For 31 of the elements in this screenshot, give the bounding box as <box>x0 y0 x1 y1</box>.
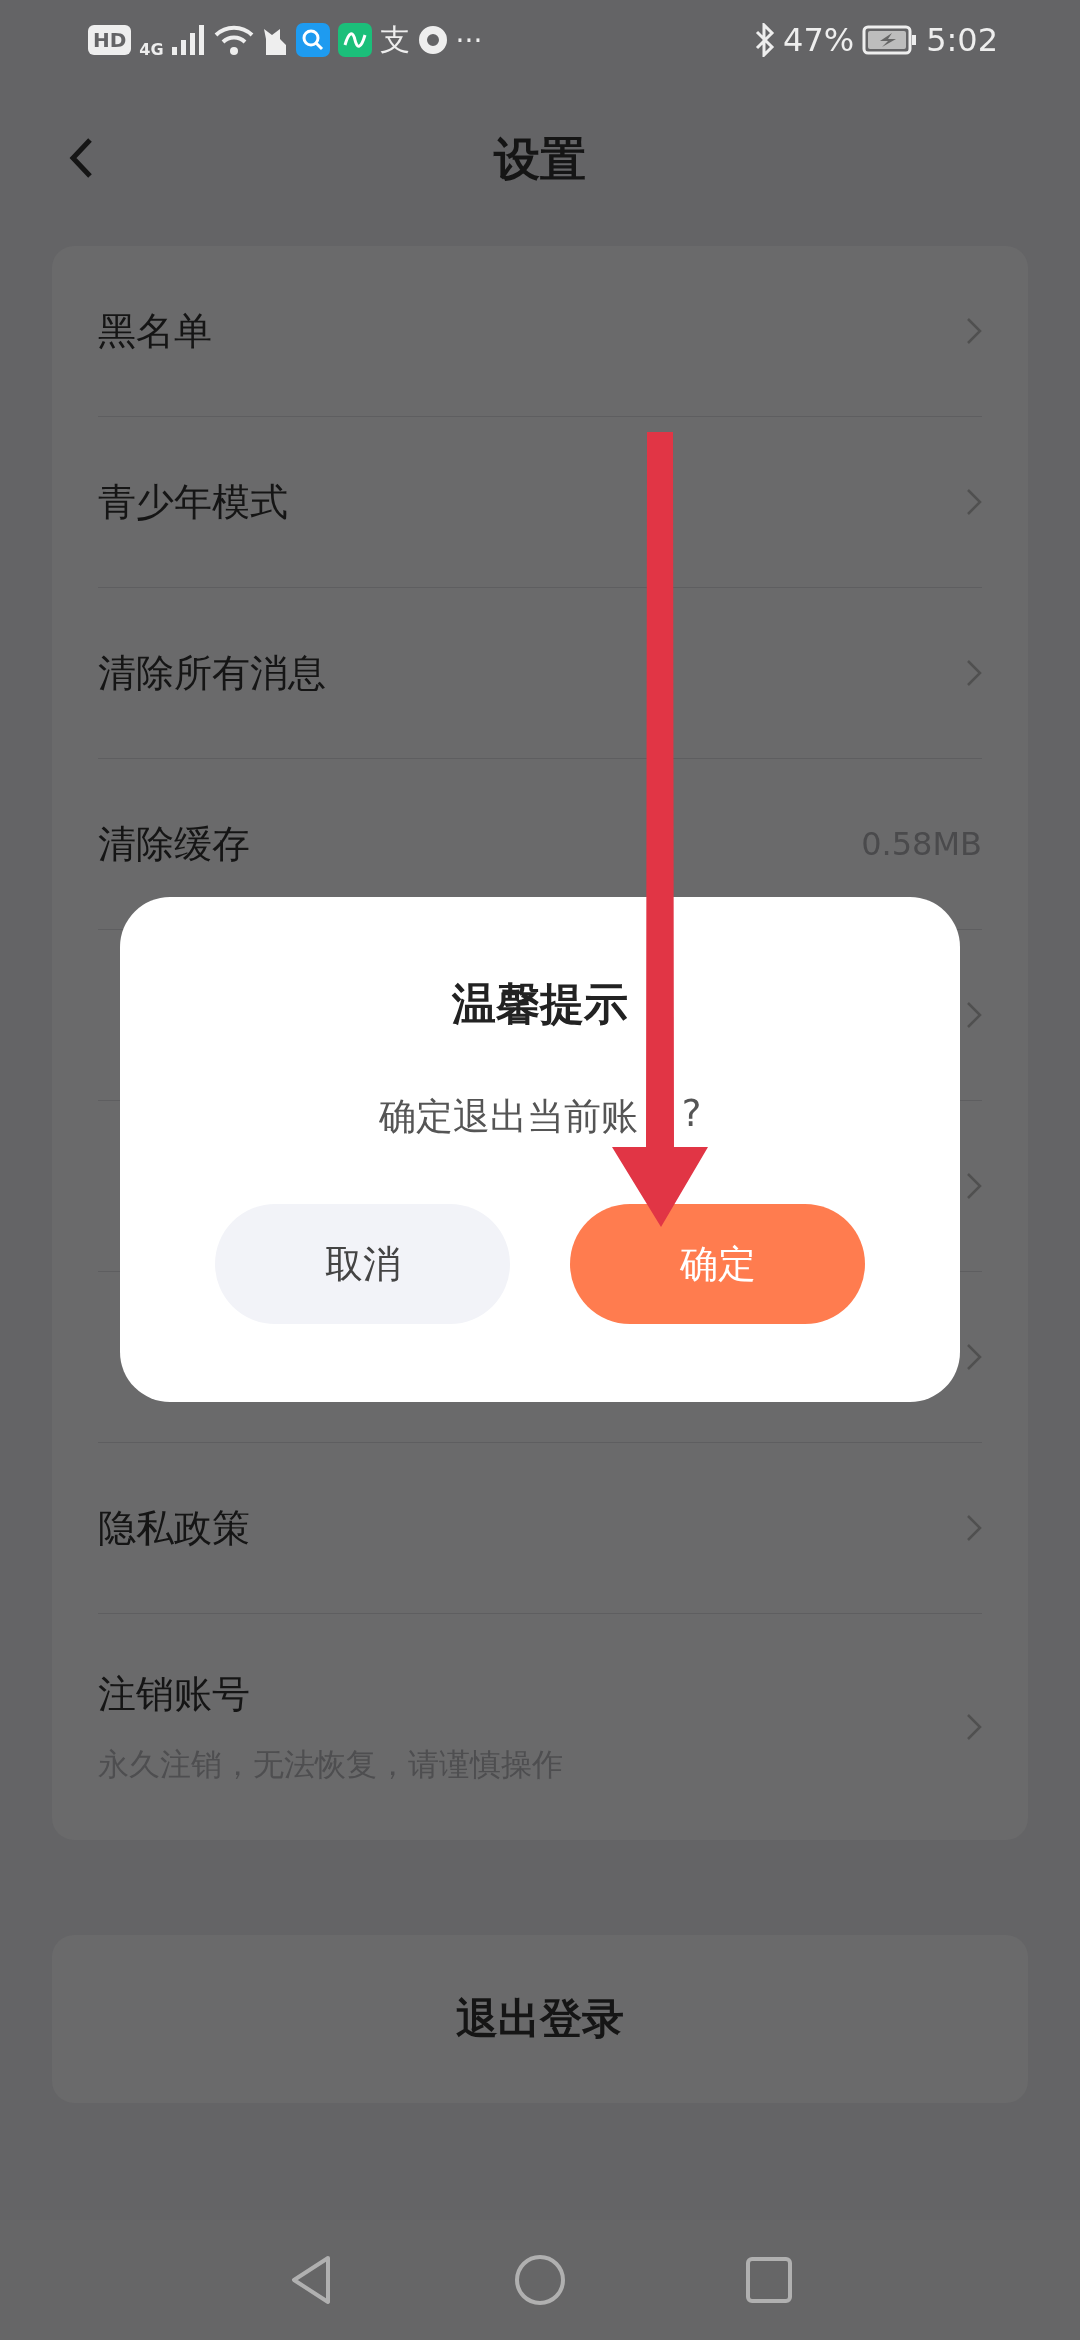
battery-percent: 47% <box>783 21 855 59</box>
dialog-title: 温馨提示 <box>452 977 628 1031</box>
bluetooth-icon <box>755 23 775 57</box>
logout-button[interactable]: 退出登录 <box>52 1935 1028 2103</box>
row-label: 清除所有消息 <box>98 649 326 697</box>
search-app-icon <box>295 23 330 57</box>
wave-app-icon <box>337 23 372 57</box>
clock: 5:02 <box>926 21 998 59</box>
hd-badge: HD <box>88 25 132 55</box>
row-label: 清除缓存 <box>98 820 250 868</box>
app-glyph: 支 <box>379 20 410 59</box>
page-title: 设置 <box>494 131 586 188</box>
recents-nav-icon[interactable] <box>746 2257 792 2303</box>
settings-row[interactable]: 隐私政策 <box>98 1443 982 1614</box>
row-label: 黑名单 <box>98 307 212 355</box>
more-notifications: ··· <box>455 23 483 57</box>
row-label: 隐私政策 <box>98 1504 250 1552</box>
settings-row[interactable]: 黑名单 <box>98 246 982 417</box>
network-type: 4G <box>139 39 164 59</box>
row-label: 青少年模式 <box>98 478 288 526</box>
dialog-message: 确定退出当前账 <box>378 1094 638 1140</box>
home-nav-icon[interactable] <box>514 2254 566 2306</box>
question-mark: ? <box>681 1092 702 1137</box>
row-label: 注销账号 <box>98 1670 251 1718</box>
back-icon[interactable] <box>68 136 94 180</box>
battery-icon <box>862 25 919 55</box>
wifi-icon <box>213 24 254 56</box>
confirm-button[interactable]: 确定 <box>570 1204 865 1324</box>
signal-icon <box>171 25 206 55</box>
cancel-button[interactable]: 取消 <box>215 1204 510 1324</box>
ring-icon <box>417 25 448 55</box>
